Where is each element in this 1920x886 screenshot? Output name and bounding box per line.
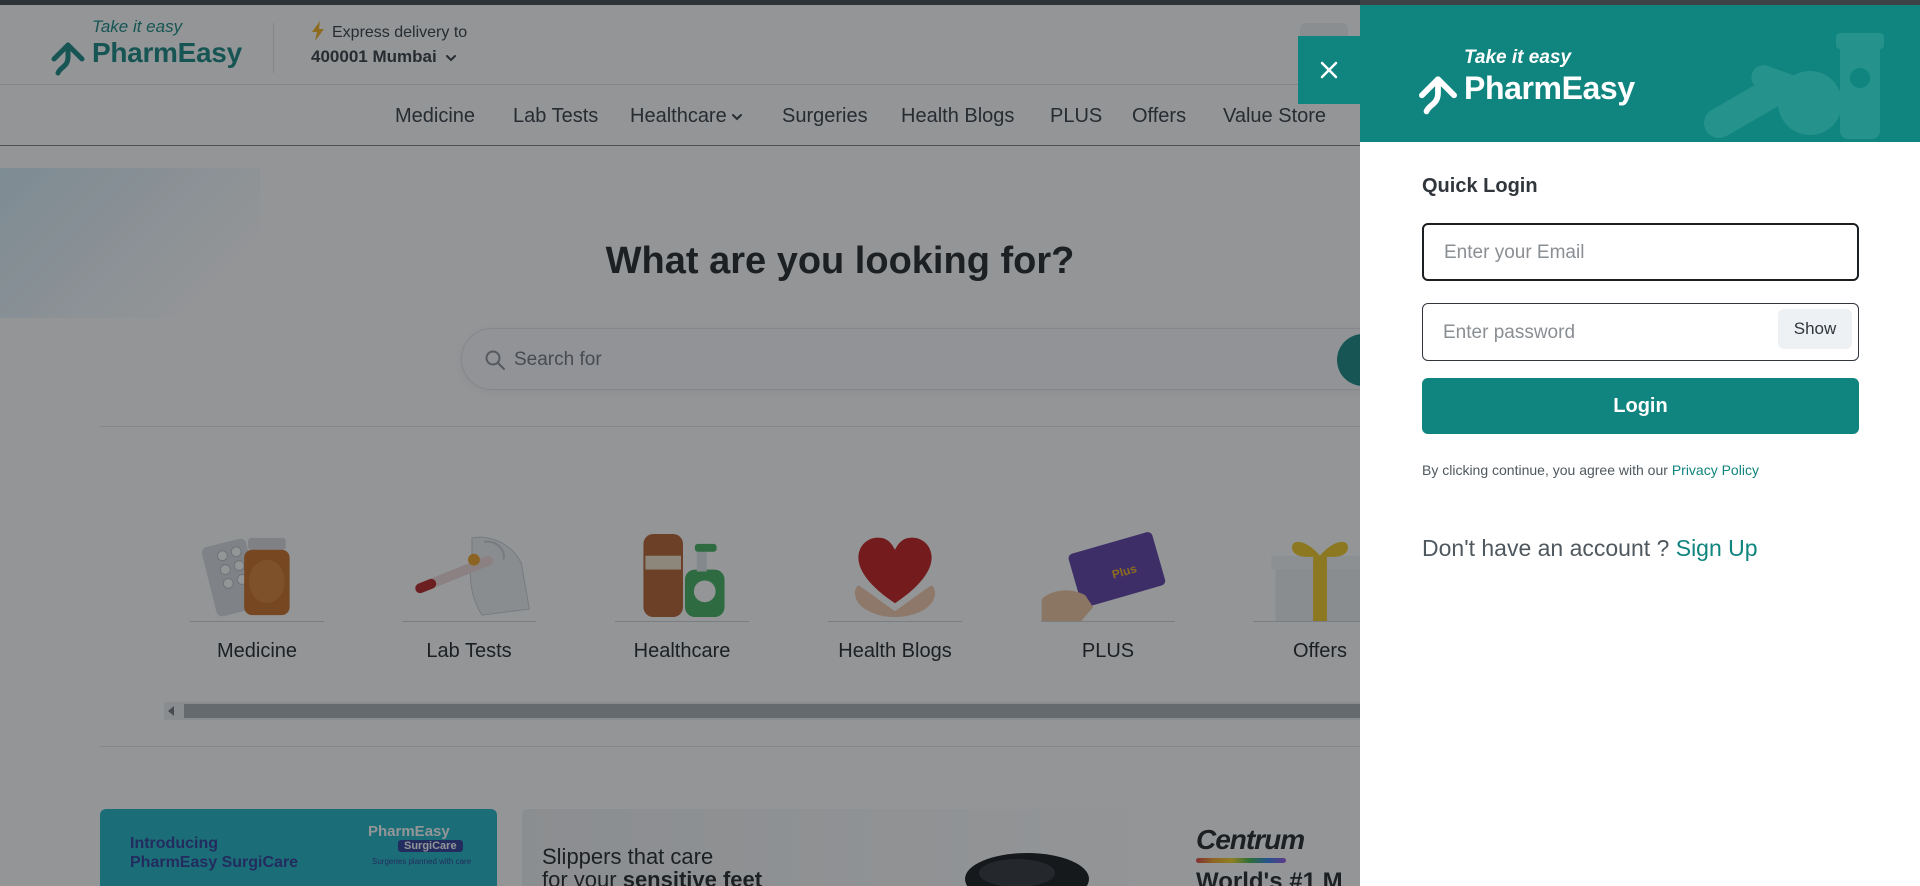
brand-tagline: Take it easy: [1464, 47, 1572, 68]
privacy-policy-link[interactable]: Privacy Policy: [1672, 462, 1759, 478]
email-field[interactable]: Enter your Email: [1422, 223, 1859, 281]
email-placeholder: Enter your Email: [1444, 242, 1585, 263]
brand-name: PharmEasy: [1464, 70, 1635, 106]
login-panel: Take it easy PharmEasy Quick Login Enter…: [1360, 5, 1920, 886]
quick-login-title: Quick Login: [1422, 175, 1538, 197]
health-products-decoration-icon: [1704, 33, 1884, 139]
login-panel-header: Take it easy PharmEasy: [1360, 5, 1920, 142]
sign-up-link[interactable]: Sign Up: [1676, 535, 1758, 561]
password-field[interactable]: Enter password Show: [1422, 303, 1859, 361]
signup-prompt: Don't have an account ? Sign Up: [1422, 535, 1758, 562]
no-account-text: Don't have an account ?: [1422, 535, 1676, 561]
login-button[interactable]: Login: [1422, 378, 1859, 434]
show-password-button[interactable]: Show: [1778, 309, 1852, 349]
password-placeholder: Enter password: [1443, 322, 1576, 343]
terms-text: By clicking continue, you agree with our…: [1422, 462, 1759, 478]
modal-backdrop[interactable]: [0, 0, 1360, 886]
close-icon: [1320, 61, 1338, 79]
pharmeasy-logo-mark-icon: [1419, 76, 1457, 115]
close-button[interactable]: [1298, 36, 1360, 104]
terms-prefix: By clicking continue, you agree with our: [1422, 462, 1672, 478]
